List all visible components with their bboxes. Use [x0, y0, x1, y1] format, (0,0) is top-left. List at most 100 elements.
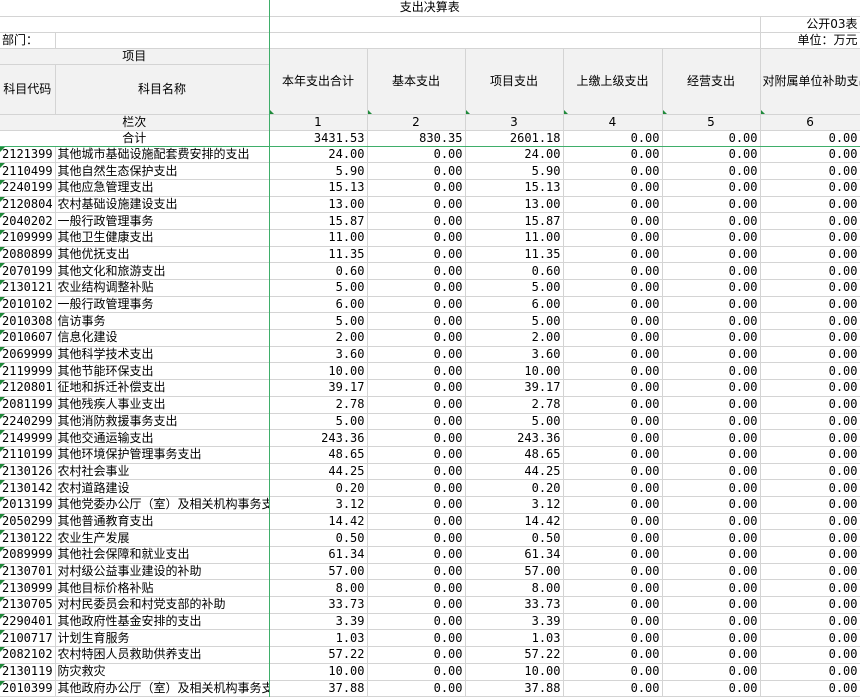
row-value-5[interactable]: 0.00: [662, 579, 761, 598]
row-value-6[interactable]: 0.00: [760, 279, 860, 297]
row-value-4[interactable]: 0.00: [563, 613, 663, 631]
row-value-2[interactable]: 0.00: [367, 429, 466, 447]
row-value-4[interactable]: 0.00: [563, 296, 663, 314]
row-value-5[interactable]: 0.00: [662, 446, 761, 464]
row-code[interactable]: 2130122: [0, 529, 56, 547]
row-value-5[interactable]: 0.00: [662, 413, 761, 431]
row-code[interactable]: 2040202: [0, 212, 56, 230]
row-value-2[interactable]: 0.00: [367, 196, 466, 214]
row-value-4[interactable]: 0.00: [563, 413, 663, 431]
row-value-6[interactable]: 0.00: [760, 379, 860, 397]
row-value-4[interactable]: 0.00: [563, 196, 663, 214]
row-value-5[interactable]: 0.00: [662, 479, 761, 497]
row-value-3[interactable]: 57.22: [465, 646, 564, 664]
row-value-4[interactable]: 0.00: [563, 179, 663, 197]
row-code[interactable]: 2240299: [0, 413, 56, 431]
row-value-3[interactable]: 5.00: [465, 413, 564, 431]
row-value-3[interactable]: 5.00: [465, 312, 564, 331]
row-value-3[interactable]: 2.00: [465, 329, 564, 347]
row-value-6[interactable]: 0.00: [760, 179, 860, 197]
row-code[interactable]: 2119999: [0, 362, 56, 381]
row-value-5[interactable]: 0.00: [662, 663, 761, 681]
row-code[interactable]: 2070199: [0, 262, 56, 280]
row-code[interactable]: 2100717: [0, 629, 56, 648]
total-value-5[interactable]: 0.00: [662, 130, 761, 147]
row-value-6[interactable]: 0.00: [760, 312, 860, 331]
row-code[interactable]: 2290401: [0, 613, 56, 631]
row-value-5[interactable]: 0.00: [662, 613, 761, 631]
row-code[interactable]: 2010308: [0, 312, 56, 331]
row-name[interactable]: 征地和拆迁补偿支出: [55, 379, 270, 397]
row-value-2[interactable]: 0.00: [367, 629, 466, 648]
row-value-5[interactable]: 0.00: [662, 279, 761, 297]
row-value-3[interactable]: 6.00: [465, 296, 564, 314]
row-code[interactable]: 2109999: [0, 229, 56, 247]
row-value-4[interactable]: 0.00: [563, 362, 663, 381]
row-value-5[interactable]: 0.00: [662, 546, 761, 564]
row-value-3[interactable]: 8.00: [465, 579, 564, 598]
row-code[interactable]: 2080899: [0, 246, 56, 264]
row-value-5[interactable]: 0.00: [662, 496, 761, 514]
row-name[interactable]: 防灾救灾: [55, 663, 270, 681]
row-value-5[interactable]: 0.00: [662, 229, 761, 247]
row-code[interactable]: 2120801: [0, 379, 56, 397]
row-value-2[interactable]: 0.00: [367, 529, 466, 547]
row-value-4[interactable]: 0.00: [563, 663, 663, 681]
row-value-5[interactable]: 0.00: [662, 396, 761, 414]
row-value-5[interactable]: 0.00: [662, 429, 761, 447]
row-value-1[interactable]: 5.90: [269, 162, 368, 180]
row-value-4[interactable]: 0.00: [563, 446, 663, 464]
row-value-5[interactable]: 0.00: [662, 529, 761, 547]
row-value-5[interactable]: 0.00: [662, 629, 761, 648]
row-value-1[interactable]: 3.12: [269, 496, 368, 514]
row-value-6[interactable]: 0.00: [760, 663, 860, 681]
total-value-1[interactable]: 3431.53: [269, 130, 368, 147]
row-value-1[interactable]: 39.17: [269, 379, 368, 397]
row-value-6[interactable]: 0.00: [760, 479, 860, 497]
row-value-3[interactable]: 15.13: [465, 179, 564, 197]
row-name[interactable]: 其他消防救援事务支出: [55, 413, 270, 431]
row-value-5[interactable]: 0.00: [662, 179, 761, 197]
row-value-3[interactable]: 0.50: [465, 529, 564, 547]
row-name[interactable]: 农村道路建设: [55, 479, 270, 497]
row-value-6[interactable]: 0.00: [760, 396, 860, 414]
row-value-6[interactable]: 0.00: [760, 196, 860, 214]
row-value-1[interactable]: 2.00: [269, 329, 368, 347]
row-value-2[interactable]: 0.00: [367, 379, 466, 397]
row-value-1[interactable]: 2.78: [269, 396, 368, 414]
row-value-4[interactable]: 0.00: [563, 596, 663, 614]
row-value-5[interactable]: 0.00: [662, 296, 761, 314]
row-value-1[interactable]: 243.36: [269, 429, 368, 447]
row-value-6[interactable]: 0.00: [760, 596, 860, 614]
total-value-4[interactable]: 0.00: [563, 130, 663, 147]
row-value-3[interactable]: 1.03: [465, 629, 564, 648]
row-value-6[interactable]: 0.00: [760, 496, 860, 514]
row-name[interactable]: 对村民委员会和村党支部的补助: [55, 596, 270, 614]
row-code[interactable]: 2130121: [0, 279, 56, 297]
row-value-6[interactable]: 0.00: [760, 513, 860, 531]
row-value-1[interactable]: 24.00: [269, 146, 368, 164]
row-value-2[interactable]: 0.00: [367, 596, 466, 614]
row-value-5[interactable]: 0.00: [662, 329, 761, 347]
row-value-6[interactable]: 0.00: [760, 246, 860, 264]
row-name[interactable]: 其他残疾人事业支出: [55, 396, 270, 414]
row-code[interactable]: 2149999: [0, 429, 56, 447]
row-value-5[interactable]: 0.00: [662, 146, 761, 164]
row-value-6[interactable]: 0.00: [760, 546, 860, 564]
row-name[interactable]: 对村级公益事业建设的补助: [55, 563, 270, 581]
row-value-4[interactable]: 0.00: [563, 563, 663, 581]
row-value-3[interactable]: 10.00: [465, 362, 564, 381]
row-value-4[interactable]: 0.00: [563, 529, 663, 547]
row-value-6[interactable]: 0.00: [760, 346, 860, 364]
row-value-1[interactable]: 0.20: [269, 479, 368, 497]
row-value-6[interactable]: 0.00: [760, 146, 860, 164]
row-value-4[interactable]: 0.00: [563, 546, 663, 564]
row-value-4[interactable]: 0.00: [563, 680, 663, 697]
total-value-6[interactable]: 0.00: [760, 130, 860, 147]
row-name[interactable]: 其他节能环保支出: [55, 362, 270, 381]
row-value-6[interactable]: 0.00: [760, 563, 860, 581]
row-value-1[interactable]: 5.00: [269, 312, 368, 331]
row-value-1[interactable]: 33.73: [269, 596, 368, 614]
row-value-6[interactable]: 0.00: [760, 680, 860, 697]
row-code[interactable]: 2130999: [0, 579, 56, 598]
